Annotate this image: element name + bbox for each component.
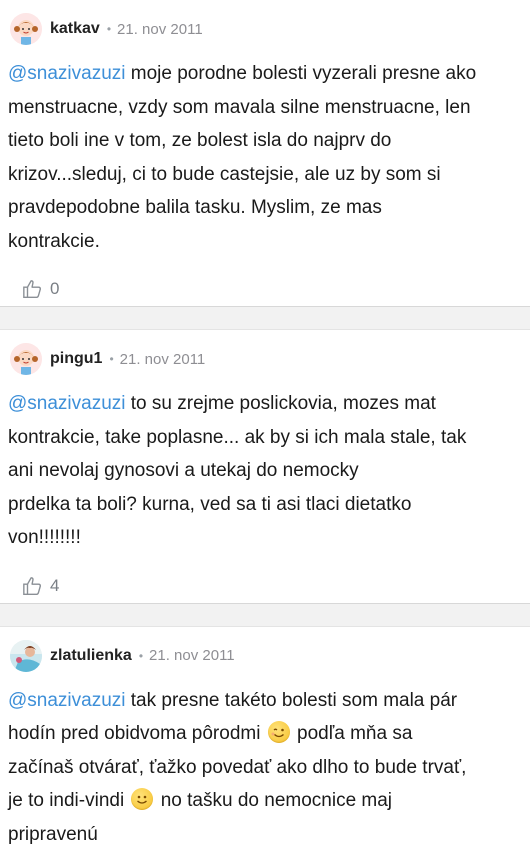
like-count: 4 xyxy=(50,576,59,596)
post-header: zlatulienka • 21. nov 2011 xyxy=(8,627,530,671)
girl-avatar-icon[interactable] xyxy=(10,343,42,375)
post-text-line: moje porodne bolesti vyzerali presne ako xyxy=(126,63,477,84)
post-divider xyxy=(0,603,530,627)
post-header: pingu1 • 21. nov 2011 xyxy=(8,330,530,374)
post-text-line: kontrakcie. xyxy=(8,225,516,259)
post-body: @snazivazuzi moje porodne bolesti vyzera… xyxy=(8,57,530,258)
like-bar: 0 xyxy=(8,272,530,306)
meta-separator: • xyxy=(139,649,143,663)
post-body: @snazivazuzi to su zrejme poslickovia, m… xyxy=(8,387,530,555)
post-text-line: von!!!!!!!! xyxy=(8,521,516,555)
mention-link[interactable]: @snazivazuzi xyxy=(8,63,126,84)
post-text-line: krizov...sleduj, ci to bude castejsie, a… xyxy=(8,158,516,192)
post-date: 21. nov 2011 xyxy=(120,351,206,368)
post-date: 21. nov 2011 xyxy=(117,21,203,38)
girl-avatar-icon[interactable] xyxy=(10,13,42,45)
post-text-line: tieto boli ine v tom, ze bolest isla do … xyxy=(8,124,516,158)
meta-separator: • xyxy=(107,22,111,36)
comment-post: zlatulienka • 21. nov 2011 @snazivazuzi … xyxy=(0,627,530,851)
like-bar: 4 xyxy=(8,569,530,603)
comment-post: pingu1 • 21. nov 2011 @snazivazuzi to su… xyxy=(0,330,530,603)
post-divider xyxy=(0,306,530,330)
mention-link[interactable]: @snazivazuzi xyxy=(8,393,126,414)
post-text-line: tak presne takéto bolesti som mala pár xyxy=(126,690,458,711)
post-body: @snazivazuzi tak presne takéto bolesti s… xyxy=(8,684,530,851)
post-text-line: začínaš otvárať, ťažko povedať ako dlho … xyxy=(8,751,516,785)
post-text-line: prdelka ta boli? kurna, ved sa ti asi tl… xyxy=(8,488,516,522)
smile-emoji-icon xyxy=(131,788,153,810)
post-text-line: je to indi-vindi xyxy=(8,790,129,811)
meta-separator: • xyxy=(109,352,113,366)
post-header: katkav • 21. nov 2011 xyxy=(8,0,530,44)
username[interactable]: zlatulienka xyxy=(50,647,132,665)
wink-emoji-icon xyxy=(268,721,290,743)
thumbs-up-icon[interactable] xyxy=(22,278,44,300)
post-text-line: to su zrejme poslickovia, mozes mat xyxy=(126,393,436,414)
username[interactable]: pingu1 xyxy=(50,350,102,368)
post-date: 21. nov 2011 xyxy=(149,647,235,664)
comment-post: katkav • 21. nov 2011 @snazivazuzi moje … xyxy=(0,0,530,306)
comment-feed: katkav • 21. nov 2011 @snazivazuzi moje … xyxy=(0,0,530,851)
post-text-line: menstruacne, vzdy som mavala silne menst… xyxy=(8,91,516,125)
thumbs-up-icon[interactable] xyxy=(22,575,44,597)
post-text-line: podľa mňa sa xyxy=(292,723,413,744)
post-text-line: pripravenú xyxy=(8,818,516,851)
username[interactable]: katkav xyxy=(50,20,100,38)
photo-avatar-icon[interactable] xyxy=(10,640,42,672)
like-count: 0 xyxy=(50,279,59,299)
post-text-line: ani nevolaj gynosovi a utekaj do nemocky xyxy=(8,454,516,488)
post-text-line: kontrakcie, take poplasne... ak by si ic… xyxy=(8,421,516,455)
post-text-line: no tašku do nemocnice maj xyxy=(155,790,392,811)
mention-link[interactable]: @snazivazuzi xyxy=(8,690,126,711)
post-text-line: hodín pred obidvoma pôrodmi xyxy=(8,723,266,744)
post-text-line: pravdepodobne balila tasku. Myslim, ze m… xyxy=(8,191,516,225)
